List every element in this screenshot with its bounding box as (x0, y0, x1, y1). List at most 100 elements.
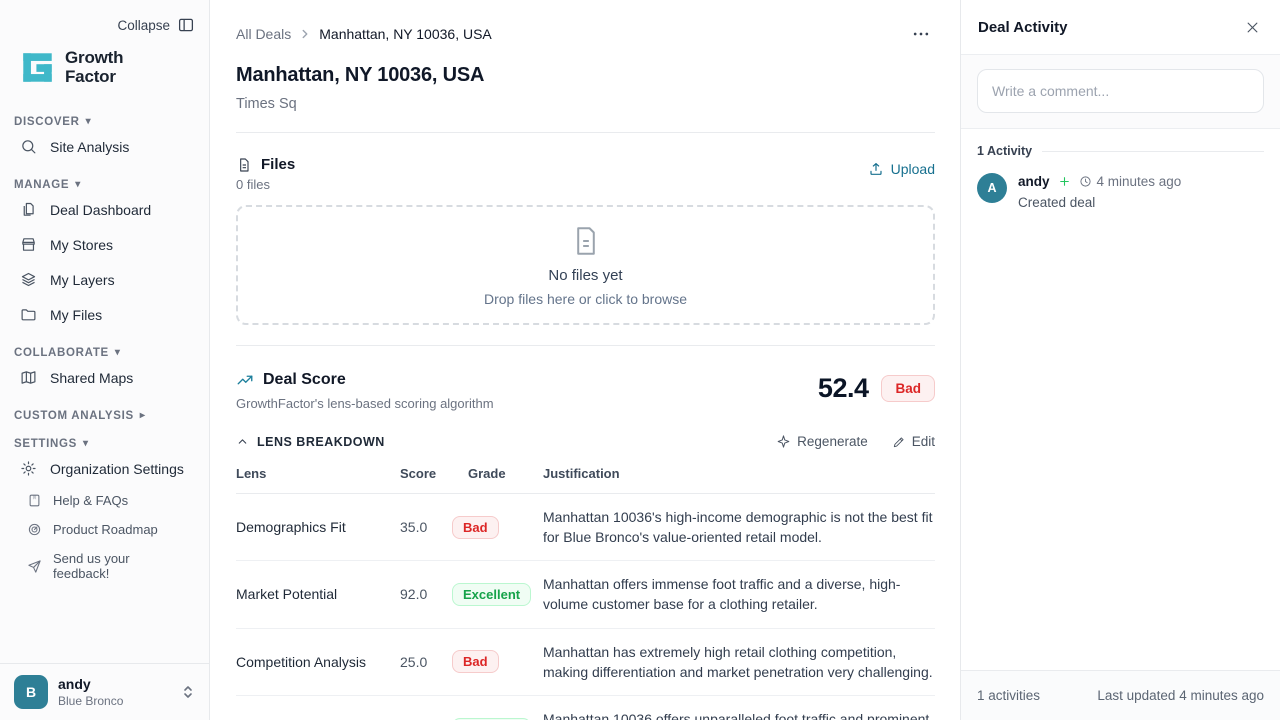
pencil-icon (892, 435, 906, 449)
sidebar-item-product-roadmap[interactable]: Product Roadmap (14, 516, 195, 543)
table-row: Competition Analysis 25.0 Bad Manhattan … (236, 629, 935, 696)
last-updated: Last updated 4 minutes ago (1097, 688, 1264, 703)
deal-score-header: Deal Score GrowthFactor's lens-based sco… (236, 371, 935, 411)
divider (236, 132, 935, 133)
chevron-down-icon: ▾ (75, 180, 81, 190)
sidebar-section-discover[interactable]: DISCOVER ▾ (14, 116, 195, 128)
plus-icon (1058, 175, 1071, 188)
chevron-up-down-icon (181, 684, 195, 700)
empty-file-icon (569, 224, 603, 258)
lens-name: Competition Analysis (236, 654, 400, 670)
panel-collapse-icon (177, 16, 195, 34)
deal-score-title: Deal Score (263, 371, 346, 389)
col-header-score: Score (400, 466, 452, 481)
chevron-up-icon (236, 435, 249, 448)
search-icon (20, 138, 37, 155)
page-subtitle: Times Sq (236, 96, 935, 112)
lens-justification: Manhattan 10036 offers unparalleled foot… (543, 709, 935, 720)
comment-input[interactable] (977, 69, 1264, 113)
clock-icon (1079, 175, 1092, 188)
sidebar-item-site-analysis[interactable]: Site Analysis (14, 130, 195, 163)
sidebar-item-shared-maps[interactable]: Shared Maps (14, 361, 195, 394)
sidebar-item-my-stores[interactable]: My Stores (14, 228, 195, 261)
breadcrumb-all-deals[interactable]: All Deals (236, 26, 291, 42)
upload-button[interactable]: Upload (868, 161, 935, 177)
panel-footer: 1 activities Last updated 4 minutes ago (961, 670, 1280, 720)
page-title: Manhattan, NY 10036, USA (236, 64, 935, 87)
sidebar-item-help-faqs[interactable]: Help & FAQs (14, 487, 195, 514)
store-icon (20, 236, 37, 253)
paper-plane-icon (27, 559, 42, 574)
activities-count: 1 activities (977, 688, 1040, 703)
sidebar: Collapse Growth Factor DISCOVER ▾ Site A… (0, 0, 210, 720)
file-icon (236, 157, 252, 173)
upload-icon (868, 161, 884, 177)
lens-justification: Manhattan offers immense foot traffic an… (543, 574, 935, 614)
file-dropzone[interactable]: No files yet Drop files here or click to… (236, 205, 935, 325)
sidebar-item-my-files[interactable]: My Files (14, 298, 195, 331)
chevron-right-icon: ▸ (140, 411, 146, 421)
sidebar-section-manage[interactable]: MANAGE ▾ (14, 179, 195, 191)
deal-activity-panel: Deal Activity 1 Activity A andy 4 minute… (960, 0, 1280, 720)
activity-time: 4 minutes ago (1097, 174, 1182, 189)
lens-breakdown-table: Lens Score Grade Justification Demograph… (236, 466, 935, 720)
lens-justification: Manhattan 10036's high-income demographi… (543, 507, 935, 547)
panel-title: Deal Activity (978, 19, 1067, 36)
user-org: Blue Bronco (58, 694, 171, 708)
deal-detail-main: All Deals Manhattan, NY 10036, USA Manha… (210, 0, 960, 720)
trending-up-icon (236, 371, 254, 389)
sidebar-section-custom-analysis[interactable]: CUSTOM ANALYSIS ▸ (14, 410, 195, 422)
files-count: 0 files (236, 177, 295, 192)
breadcrumb-chevron-icon (298, 27, 312, 41)
files-title: Files (261, 156, 295, 173)
divider (1042, 151, 1264, 152)
chevron-down-icon: ▾ (86, 117, 92, 127)
layers-icon (20, 271, 37, 288)
activity-action: Created deal (1018, 195, 1181, 210)
grade-badge: Bad (452, 650, 499, 673)
collapse-sidebar-button[interactable]: Collapse (14, 16, 195, 34)
files-section-header: Files 0 files Upload (236, 156, 935, 192)
sidebar-item-deal-dashboard[interactable]: Deal Dashboard (14, 193, 195, 226)
breadcrumb-current: Manhattan, NY 10036, USA (319, 26, 492, 42)
sidebar-item-feedback[interactable]: Send us your feedback! (14, 545, 195, 587)
user-menu[interactable]: B andy Blue Bronco (0, 663, 209, 720)
table-row: Demographics Fit 35.0 Bad Manhattan 1003… (236, 494, 935, 561)
documents-icon (20, 201, 37, 218)
gear-icon (20, 460, 37, 477)
growthfactor-logo: Growth Factor (14, 49, 195, 86)
lens-name: Market Potential (236, 586, 400, 602)
col-header-justification: Justification (543, 466, 935, 481)
growthfactor-logo-mark-icon (20, 50, 55, 85)
book-icon (27, 493, 42, 508)
edit-button[interactable]: Edit (892, 434, 935, 449)
table-row: Market Potential 92.0 Excellent Manhatta… (236, 561, 935, 628)
lens-justification: Manhattan has extremely high retail clot… (543, 642, 935, 682)
lens-score: 35.0 (400, 519, 452, 535)
grade-badge: Bad (452, 516, 499, 539)
sidebar-section-collaborate[interactable]: COLLABORATE ▾ (14, 347, 195, 359)
sidebar-item-organization-settings[interactable]: Organization Settings (14, 452, 195, 485)
close-panel-button[interactable] (1242, 17, 1263, 38)
map-icon (20, 369, 37, 386)
lens-breakdown-toggle[interactable]: LENS BREAKDOWN (236, 435, 385, 449)
deal-score-value: 52.4 (818, 373, 869, 404)
activity-user: andy (1018, 174, 1050, 189)
sparkle-icon (776, 434, 791, 449)
chevron-down-icon: ▾ (115, 348, 121, 358)
divider (236, 345, 935, 346)
chevron-down-icon: ▾ (83, 439, 89, 449)
lens-breakdown-bar: LENS BREAKDOWN Regenerate Edit (236, 434, 935, 449)
lens-score: 92.0 (400, 586, 452, 602)
breadcrumb: All Deals Manhattan, NY 10036, USA (236, 20, 935, 48)
dropzone-hint: Drop files here or click to browse (484, 291, 687, 307)
more-options-button[interactable] (907, 20, 935, 48)
sidebar-item-my-layers[interactable]: My Layers (14, 263, 195, 296)
user-avatar: B (14, 675, 48, 709)
col-header-grade: Grade (452, 466, 543, 481)
sidebar-section-settings[interactable]: SETTINGS ▾ (14, 438, 195, 450)
activity-item: A andy 4 minutes ago Created deal (977, 173, 1264, 210)
deal-score-subtitle: GrowthFactor's lens-based scoring algori… (236, 396, 494, 411)
regenerate-button[interactable]: Regenerate (776, 434, 868, 449)
lens-score: 25.0 (400, 654, 452, 670)
